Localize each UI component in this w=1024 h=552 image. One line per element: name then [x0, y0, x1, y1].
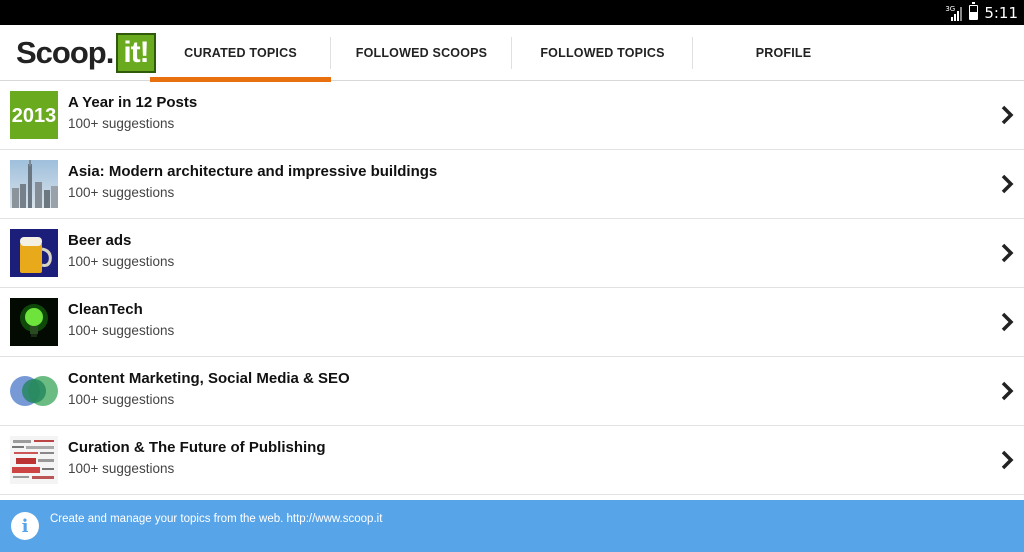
topic-suggestions: 100+ suggestions — [68, 392, 175, 407]
topic-suggestions: 100+ suggestions — [68, 254, 175, 269]
clock: 5:11 — [984, 3, 1018, 22]
topic-suggestions: 100+ suggestions — [68, 185, 175, 200]
chevron-right-icon — [1001, 174, 1014, 194]
topic-thumbnail — [10, 160, 58, 208]
status-icons: 3G 5:11 — [945, 2, 1018, 23]
topic-suggestions: 100+ suggestions — [68, 116, 175, 131]
tab-profile[interactable]: PROFILE — [693, 25, 874, 81]
chevron-right-icon — [1001, 105, 1014, 125]
topic-thumbnail — [10, 436, 58, 484]
tab-label: FOLLOWED SCOOPS — [355, 46, 488, 60]
logo-text: Scoop. — [16, 35, 114, 70]
chevron-right-icon — [1001, 312, 1014, 332]
chevron-right-icon — [1001, 381, 1014, 401]
tab-label: PROFILE — [755, 46, 812, 60]
topic-thumbnail — [10, 298, 58, 346]
list-item[interactable]: Content Marketing, Social Media & SEO 10… — [0, 357, 1024, 426]
topic-title: Beer ads — [68, 232, 132, 249]
topic-list: 2013 A Year in 12 Posts 100+ suggestions… — [0, 81, 1024, 495]
tab-followed-topics[interactable]: FOLLOWED TOPICS — [512, 25, 693, 81]
tab-bar: CURATED TOPICS FOLLOWED SCOOPS FOLLOWED … — [150, 25, 874, 82]
topic-thumbnail — [10, 367, 58, 415]
thumbnail-year-label: 2013 — [12, 105, 57, 127]
topic-title: Curation & The Future of Publishing — [68, 439, 326, 456]
tab-followed-scoops[interactable]: FOLLOWED SCOOPS — [331, 25, 512, 81]
scoopit-logo[interactable]: Scoop. it! — [16, 33, 156, 73]
topic-title: A Year in 12 Posts — [68, 94, 198, 111]
battery-icon — [969, 2, 979, 20]
chevron-right-icon — [1001, 243, 1014, 263]
info-icon: i — [11, 512, 39, 540]
tab-label: FOLLOWED TOPICS — [540, 46, 665, 60]
list-item[interactable]: 2013 A Year in 12 Posts 100+ suggestions — [0, 81, 1024, 150]
list-item[interactable]: Beer ads 100+ suggestions — [0, 219, 1024, 288]
list-item[interactable]: Asia: Modern architecture and impressive… — [0, 150, 1024, 219]
topic-thumbnail — [10, 229, 58, 277]
status-bar: 3G 5:11 — [0, 0, 1024, 25]
chevron-right-icon — [1001, 450, 1014, 470]
topic-title: CleanTech — [68, 301, 143, 318]
tab-curated-topics[interactable]: CURATED TOPICS — [150, 25, 331, 82]
banner-text: Create and manage your topics from the w… — [50, 513, 383, 525]
app-header: Scoop. it! CURATED TOPICS FOLLOWED SCOOP… — [0, 25, 1024, 82]
topic-title: Asia: Modern architecture and impressive… — [68, 163, 438, 180]
topic-title: Content Marketing, Social Media & SEO — [68, 370, 350, 387]
signal-3g-icon: 3G — [945, 4, 963, 22]
info-banner[interactable]: i Create and manage your topics from the… — [0, 500, 1024, 552]
tab-label: CURATED TOPICS — [184, 46, 297, 60]
topic-thumbnail: 2013 — [10, 91, 58, 139]
list-item[interactable]: CleanTech 100+ suggestions — [0, 288, 1024, 357]
list-item[interactable]: Curation & The Future of Publishing 100+… — [0, 426, 1024, 495]
topic-suggestions: 100+ suggestions — [68, 461, 175, 476]
topic-suggestions: 100+ suggestions — [68, 323, 175, 338]
